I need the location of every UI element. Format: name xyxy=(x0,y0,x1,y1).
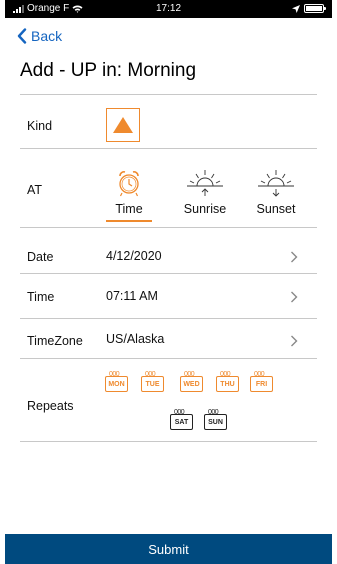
submit-button[interactable]: Submit xyxy=(5,534,332,564)
status-bar: Orange F 17:12 xyxy=(5,0,332,18)
day-toggle-thu[interactable]: 000 THU xyxy=(216,371,239,393)
selected-indicator xyxy=(106,220,152,222)
day-toggle-sun[interactable]: 000 SUN xyxy=(204,409,227,431)
sunset-icon xyxy=(258,170,294,197)
battery-icon xyxy=(304,4,326,13)
at-option-time-label: Time xyxy=(115,202,143,216)
location-arrow-icon xyxy=(292,4,300,13)
back-label: Back xyxy=(31,28,63,44)
day-toggle-wed[interactable]: 000 WED xyxy=(180,371,203,393)
at-option-time[interactable]: Time xyxy=(103,160,155,222)
sunrise-icon xyxy=(187,170,223,196)
time-value[interactable]: 07:11 AM xyxy=(106,289,158,303)
alarm-clock-icon xyxy=(119,171,139,197)
repeats-label: Repeats xyxy=(27,399,74,413)
status-time: 17:12 xyxy=(155,3,182,14)
at-option-sunset-label: Sunset xyxy=(256,202,296,216)
divider xyxy=(20,441,317,442)
day-toggle-tue[interactable]: 000 TUE xyxy=(141,371,164,393)
timezone-label: TimeZone xyxy=(27,334,83,348)
timezone-value[interactable]: US/Alaska xyxy=(106,332,164,346)
chevron-left-icon xyxy=(17,28,27,44)
at-option-sunset[interactable]: Sunset xyxy=(248,160,304,216)
chevron-right-icon[interactable] xyxy=(290,251,298,263)
divider xyxy=(20,273,317,274)
kind-label: Kind xyxy=(27,119,53,133)
chevron-right-icon[interactable] xyxy=(290,291,298,303)
app-screen: Orange F 17:12 Back Add - UP in: Morning… xyxy=(5,0,332,564)
at-option-sunrise[interactable]: Sunrise xyxy=(177,160,233,216)
at-option-sunrise-label: Sunrise xyxy=(183,202,227,216)
divider xyxy=(20,358,317,359)
divider xyxy=(20,227,317,228)
back-button[interactable]: Back xyxy=(17,28,62,44)
page-title: Add - UP in: Morning xyxy=(20,60,197,81)
at-label: AT xyxy=(27,183,43,197)
day-toggle-mon[interactable]: 000 MON xyxy=(105,371,128,393)
day-toggle-fri[interactable]: 000 FRI xyxy=(250,371,273,393)
day-toggle-sat[interactable]: 000 SAT xyxy=(170,409,193,431)
divider xyxy=(20,148,317,149)
divider xyxy=(20,318,317,319)
triangle-up-icon xyxy=(113,117,133,133)
divider xyxy=(20,94,317,95)
time-label: Time xyxy=(27,290,55,304)
kind-selector-button[interactable] xyxy=(106,108,140,142)
status-right xyxy=(292,4,326,13)
chevron-right-icon[interactable] xyxy=(290,335,298,347)
date-label: Date xyxy=(27,250,54,264)
date-value[interactable]: 4/12/2020 xyxy=(106,249,162,263)
